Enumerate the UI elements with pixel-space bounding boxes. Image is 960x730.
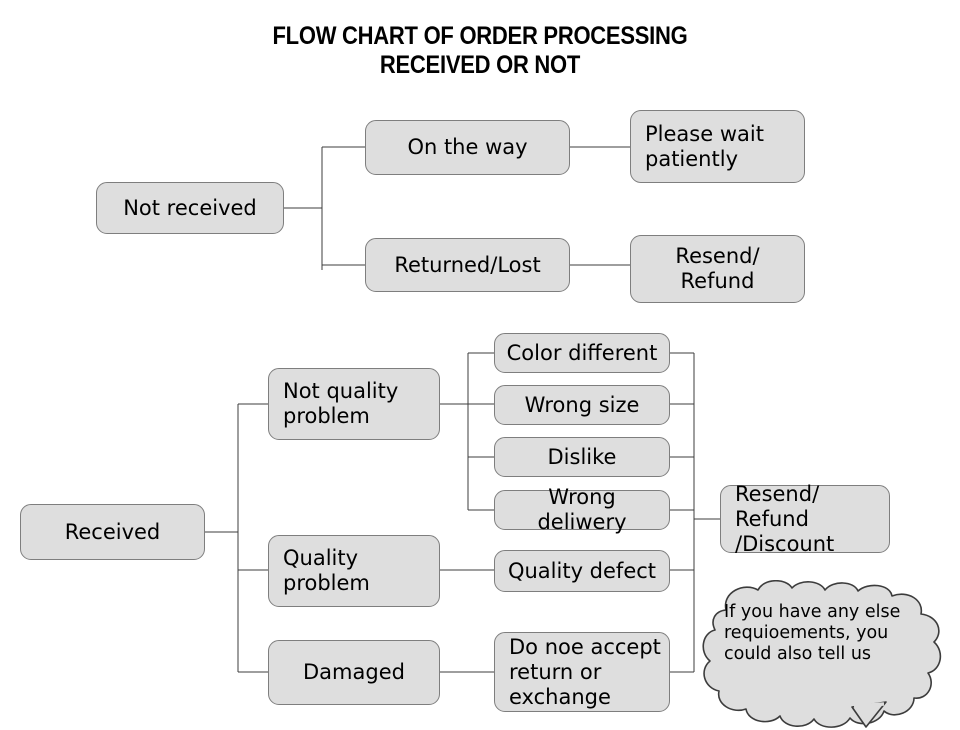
node-not-quality-problem[interactable]: Not quality problem <box>268 368 440 440</box>
node-resend-refund[interactable]: Resend/ Refund <box>630 235 805 303</box>
flowchart-canvas: FLOW CHART OF ORDER PROCESSING RECEIVED … <box>0 0 960 730</box>
node-please-wait-patiently[interactable]: Please wait patiently <box>630 110 805 183</box>
node-wrong-deliwery[interactable]: Wrong deliwery <box>494 485 670 534</box>
node-quality-defect[interactable]: Quality defect <box>494 550 670 592</box>
node-returned-lost[interactable]: Returned/Lost <box>365 238 570 292</box>
callout-bubble[interactable]: If you have any else requioements, you c… <box>700 580 950 730</box>
node-received[interactable]: Received <box>20 504 205 560</box>
callout-text: If you have any else requioements, you c… <box>724 602 901 664</box>
node-on-the-way[interactable]: On the way <box>365 120 570 175</box>
node-wrong-size[interactable]: Wrong size <box>494 385 670 425</box>
node-dislike[interactable]: Dislike <box>494 437 670 477</box>
node-quality-problem[interactable]: Quality problem <box>268 535 440 607</box>
page-title: FLOW CHART OF ORDER PROCESSING RECEIVED … <box>272 22 688 79</box>
node-damaged[interactable]: Damaged <box>268 640 440 705</box>
node-do-noe-accept-return-or-exchange[interactable]: Do noe accept return or exchange <box>494 632 670 712</box>
node-color-different[interactable]: Color different <box>494 333 670 373</box>
node-not-received[interactable]: Not received <box>96 182 284 234</box>
node-resend-refund-discount[interactable]: Resend/ Refund /Discount <box>720 482 890 556</box>
